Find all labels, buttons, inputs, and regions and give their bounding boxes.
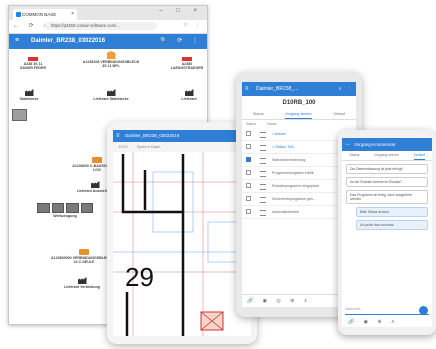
drag-handle-icon[interactable] [260, 145, 266, 151]
checkbox[interactable] [246, 131, 251, 136]
column-headers: Status Name [242, 120, 356, 128]
truck-icon [79, 249, 89, 255]
filter-left[interactable]: DGS [119, 144, 128, 149]
truck-icon [92, 157, 102, 163]
factory-icon [77, 277, 87, 284]
factory-icon [106, 89, 116, 96]
address-bar-row: ← ⟳ ⌂ https://p3450.corsair-software.com… [9, 20, 207, 34]
menu-icon[interactable]: ≡ [245, 82, 249, 96]
comment-bubble-own: Bitte Status ändern. [356, 207, 428, 217]
comment-bubble-own: Ich prüfe das nochmal. [356, 220, 428, 230]
back-icon[interactable]: ← [345, 138, 351, 151]
browser-action-icons[interactable]: ☆ ⋮ [183, 22, 203, 28]
drag-handle-icon[interactable] [260, 158, 266, 164]
drag-handle-icon[interactable] [260, 210, 266, 216]
checkbox[interactable] [246, 157, 251, 162]
drag-handle-icon[interactable] [260, 171, 266, 177]
diagram-node[interactable]: Werkzeugung [37, 203, 93, 218]
send-icon[interactable] [419, 306, 428, 315]
drag-handle-icon[interactable] [260, 184, 266, 190]
diagram-node[interactable] [12, 109, 27, 122]
tablet-toolbar: ≡ Daimler_BR238_03022016 [113, 130, 251, 142]
floor-plan[interactable]: 29 [113, 152, 251, 336]
machine-icon [66, 203, 79, 213]
plan-station-number: 29 [125, 262, 154, 292]
phone-bottom-toolbar[interactable]: 🔗 ◉ ⊕ ⋏ [348, 319, 399, 325]
comment-input[interactable]: Nachricht... [345, 305, 429, 315]
dialog-tabs: Status Vorgang setzen Verlauf [242, 110, 356, 120]
checkbox[interactable] [246, 209, 251, 214]
url-field[interactable]: https://p3450.corsair-software.com/... [45, 22, 157, 30]
diagram-node[interactable]: A2380 LAENGSTRAEGER [169, 57, 205, 70]
tab-verlauf[interactable]: Verlauf [413, 151, 425, 160]
ipad-toolbar: ≡ Daimler_BR238_... ⌕ ⋮ [242, 82, 356, 96]
tab-vorgang[interactable]: Vorgang setzen [285, 110, 312, 119]
package-icon [106, 51, 116, 59]
diagram-node[interactable]: Lieferant Stahlwerke [89, 89, 133, 101]
checkbox[interactable] [246, 144, 251, 149]
machine-icon [12, 109, 27, 121]
tablet-screen: ≡ Daimler_BR238_03022016 DGS System Date… [113, 130, 251, 336]
comment-bubble: Das Programm ist fertig, kann ausgeführt… [346, 190, 428, 204]
factory-icon [24, 89, 34, 96]
app-title: Daimler_BR238_03022016 [31, 38, 106, 44]
checkbox[interactable] [246, 196, 251, 201]
tablet-device: ≡ Daimler_BR238_03022016 DGS System Date… [107, 122, 257, 344]
diagram-node[interactable]: A238 3S 11 SANDR.FEDER [13, 57, 53, 70]
tab-status[interactable]: Status [253, 110, 264, 119]
factory-icon [184, 89, 194, 96]
browser-tabbar: COMMON BASE × – □ × [9, 6, 207, 20]
tab-vorgang[interactable]: Vorgang setzen [374, 151, 399, 160]
machine-icon [37, 203, 50, 213]
menu-icon[interactable]: ≡ [116, 130, 120, 142]
tab-status[interactable]: Status [349, 151, 359, 160]
phone-device: ← Vorgang-Kommentar Status Vorgang setze… [338, 130, 436, 335]
checkbox[interactable] [246, 183, 251, 188]
diagram-node[interactable]: Lieferant [175, 89, 203, 101]
comment-bubble: Die Datenerfassung ist jetzt erfolgt! [346, 164, 428, 174]
drag-handle-icon[interactable] [260, 197, 266, 203]
tab-verlauf[interactable]: Verlauf [333, 110, 345, 119]
factory-icon [90, 181, 100, 188]
app-action-icons[interactable]: 🔍 ⟳ ⋮ [160, 37, 202, 44]
menu-icon[interactable]: ≡ [15, 37, 19, 44]
browser-tab-title: COMMON BASE [22, 12, 57, 17]
part-icon [28, 57, 38, 61]
column-header-status[interactable]: Status [246, 122, 256, 126]
phone-screen: ← Vorgang-Kommentar Status Vorgang setze… [342, 138, 432, 327]
dialog-title: D10RB_100 [282, 100, 316, 106]
ipad-action-icons[interactable]: ⌕ ⋮ [339, 82, 353, 96]
app-toolbar: ≡ Daimler_BR238_03022016 🔍 ⟳ ⋮ [9, 34, 207, 50]
window-controls[interactable]: – □ × [159, 8, 203, 14]
phone-tabs: Status Vorgang setzen Verlauf [342, 151, 432, 161]
phone-toolbar: ← Vorgang-Kommentar [342, 138, 432, 151]
comment-bubble: Ist der Roboter bereits im Einsatz? [346, 177, 428, 187]
machine-icon [51, 203, 64, 213]
favicon-icon [16, 12, 21, 17]
browser-tab[interactable]: COMMON BASE × [13, 9, 77, 20]
diagram-node[interactable]: A1238108 VERBINDUNGSBLECH 3S 11 BPL [81, 51, 141, 68]
floor-plan-drawing [113, 152, 251, 336]
tablet-title: Daimler_BR238_03022016 [125, 133, 180, 138]
checkbox[interactable] [246, 170, 251, 175]
diagram-node[interactable]: Lieferant Verbindung [57, 277, 107, 289]
comment-thread: Die Datenerfassung ist jetzt erfolgt! Is… [342, 164, 432, 230]
drag-handle-icon[interactable] [260, 132, 266, 138]
column-header-name[interactable]: Name [267, 122, 277, 126]
ipad-title: Daimler_BR238_... [256, 86, 299, 92]
phone-title: Vorgang-Kommentar [354, 142, 396, 147]
close-tab-icon[interactable]: × [71, 9, 74, 20]
machine-icon [80, 203, 93, 213]
diagram-node[interactable]: Stahlwerke [11, 89, 47, 101]
filter-right[interactable]: System Datei [137, 144, 161, 149]
part-icon [182, 57, 192, 61]
